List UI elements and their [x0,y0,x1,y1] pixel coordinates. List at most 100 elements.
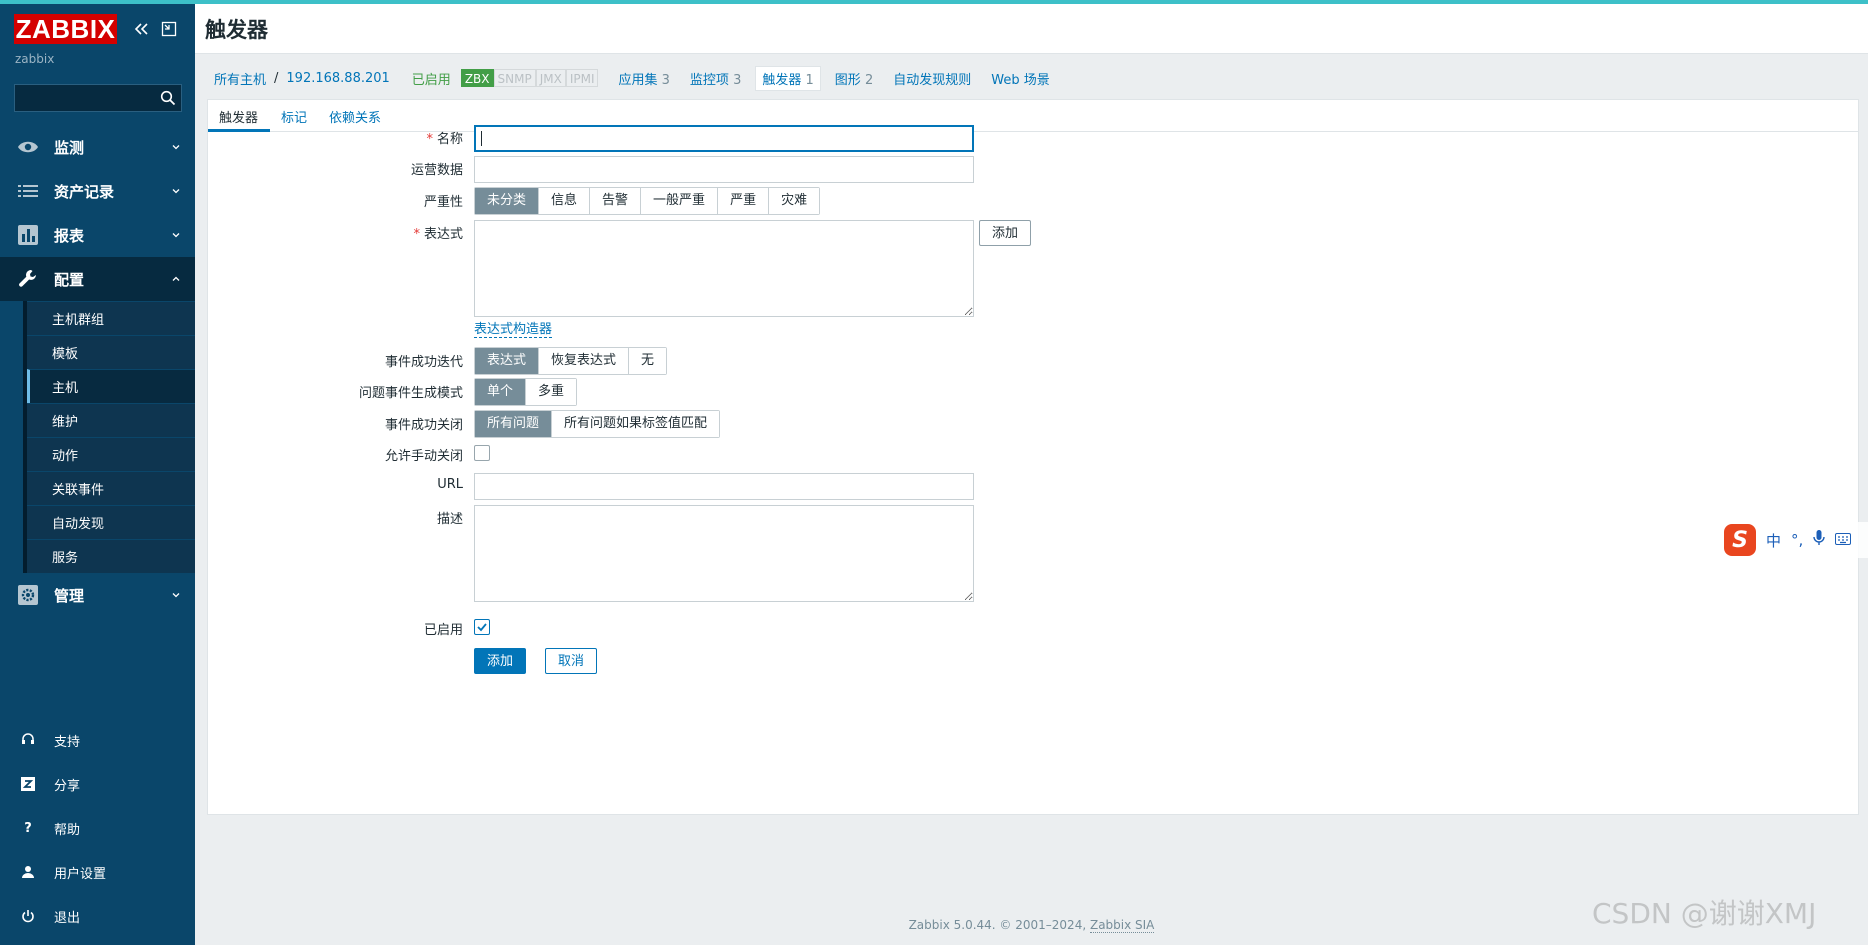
hostnav-web-scenarios[interactable]: Web 场景 [991,69,1049,88]
hostnav-applications-count: 3 [661,72,670,88]
server-name: zabbix [15,52,55,66]
manual-close-checkbox[interactable] [474,445,490,461]
collapse-sidebar-icon[interactable] [132,20,150,38]
submenu-hosts[interactable]: 主机 [27,369,195,403]
hostnav-graphs-count: 2 [864,72,874,88]
chevron-down-icon [172,233,180,238]
severity-disaster[interactable]: 灾难 [769,188,820,214]
kiosk-mode-icon[interactable] [160,20,178,38]
eye-icon [16,137,40,157]
name-label: * 名称 [426,128,463,147]
menu-inventory[interactable]: 资产记录 [0,169,195,213]
host-navigation: 所有主机 / 192.168.88.201 已启用 ZBX SNMP JMX I… [214,65,1050,91]
cancel-button[interactable]: 取消 [545,648,598,674]
url-input[interactable] [474,473,974,500]
chevron-up-icon [172,276,180,281]
ok-event-selector: 表达式 恢复表达式 无 [474,347,668,375]
severity-selector: 未分类 信息 告警 一般严重 严重 灾难 [474,187,821,215]
ok-event-none[interactable]: 无 [629,348,667,374]
sidebar-search[interactable] [14,84,182,112]
chevron-down-icon [172,189,180,194]
severity-not-classified[interactable]: 未分类 [475,188,540,214]
opdata-label: 运营数据 [410,163,463,178]
bottom-menu: 支持 分享 ? 帮助 用户设置 退出 [0,718,195,938]
microphone-icon[interactable] [1813,530,1825,550]
hostnav-triggers[interactable]: 触发器 1 [755,65,821,91]
description-label: 描述 [436,512,463,527]
text-caret [481,131,482,146]
sidebar-search-input[interactable] [15,85,155,111]
severity-information[interactable]: 信息 [539,188,591,214]
problem-mode-multiple[interactable]: 多重 [526,379,577,405]
submit-add-button[interactable]: 添加 [474,648,527,674]
share-z-icon [20,776,36,792]
tab-trigger[interactable]: 触发器 [219,107,258,126]
menu-reports[interactable]: 报表 [0,213,195,257]
expression-constructor-link[interactable]: 表达式构造器 [474,322,553,338]
menu-sign-out[interactable]: 退出 [0,894,195,938]
submenu-templates[interactable]: 模板 [27,335,195,369]
csdn-watermark: CSDN @谢谢XMJ [1592,897,1817,930]
ok-close-all-problems[interactable]: 所有问题 [475,411,553,437]
expression-textarea[interactable] [474,220,974,317]
footer-company-link[interactable]: Zabbix SIA [1089,918,1155,933]
hostnav-applications[interactable]: 应用集 3 [618,69,669,88]
hostnav-items[interactable]: 监控项 3 [690,69,741,88]
sogou-logo-icon[interactable]: S [1724,524,1756,556]
page-header: 触发器 [195,4,1868,54]
opdata-input[interactable] [474,156,974,183]
ok-event-expression[interactable]: 表达式 [475,348,540,374]
submenu-host-groups[interactable]: 主机群组 [27,301,195,335]
problem-mode-label: 问题事件生成模式 [358,386,463,401]
expression-add-button[interactable]: 添加 [979,220,1032,246]
problem-mode-single[interactable]: 单个 [475,379,527,405]
ok-close-tag-match[interactable]: 所有问题如果标签值匹配 [552,411,720,437]
ime-mode-chinese[interactable]: 中 [1766,530,1781,551]
menu-configuration[interactable]: 配置 [0,257,195,301]
breadcrumb-all-hosts[interactable]: 所有主机 [214,69,266,88]
severity-warning[interactable]: 告警 [590,188,642,214]
manual-close-label: 允许手动关闭 [384,449,463,464]
name-input[interactable] [474,125,974,152]
configuration-submenu: 主机群组 模板 主机 维护 动作 关联事件 自动发现 服务 [23,301,195,573]
chevron-down-icon [172,145,180,150]
submenu-maintenance[interactable]: 维护 [27,403,195,437]
menu-support-label: 支持 [54,734,81,750]
expression-label: * 表达式 [413,223,463,242]
zabbix-logo[interactable]: ZABBIX [14,14,117,44]
breadcrumb-host[interactable]: 192.168.88.201 [286,71,389,86]
tab-tags[interactable]: 标记 [281,107,307,126]
hostnav-discovery-rules[interactable]: 自动发现规则 [893,69,971,88]
keyboard-icon[interactable] [1835,531,1852,549]
menu-sign-out-label: 退出 [54,910,81,926]
tab-dependencies[interactable]: 依赖关系 [329,107,381,126]
submenu-event-correlation[interactable]: 关联事件 [27,471,195,505]
required-marker: * [413,227,420,242]
menu-support[interactable]: 支持 [0,718,195,762]
search-icon[interactable] [160,90,176,106]
menu-inventory-label: 资产记录 [54,182,115,201]
severity-high[interactable]: 严重 [718,188,770,214]
menu-share[interactable]: 分享 [0,762,195,806]
menu-monitoring[interactable]: 监测 [0,125,195,169]
availability-zbx: ZBX [460,69,494,87]
hostnav-graphs[interactable]: 图形 2 [835,69,873,88]
severity-average[interactable]: 一般严重 [641,188,719,214]
menu-administration[interactable]: 管理 [0,573,195,617]
menu-help-label: 帮助 [54,822,81,838]
ok-event-recovery-expression[interactable]: 恢复表达式 [539,348,630,374]
footer-text: Zabbix 5.0.44. © 2001–2024, [908,918,1090,932]
availability-badges: ZBX SNMP JMX IPMI [460,69,599,87]
submenu-discovery[interactable]: 自动发现 [27,505,195,539]
headset-icon [20,732,36,748]
hostnav-items-count: 3 [733,72,742,88]
ime-punctuation[interactable]: °, [1791,531,1803,549]
submenu-actions[interactable]: 动作 [27,437,195,471]
menu-help[interactable]: ? 帮助 [0,806,195,850]
help-icon: ? [24,820,32,836]
enabled-checkbox[interactable] [474,619,490,635]
submenu-services[interactable]: 服务 [27,539,195,573]
description-textarea[interactable] [474,505,974,602]
menu-user-settings-label: 用户设置 [54,866,107,882]
menu-user-settings[interactable]: 用户设置 [0,850,195,894]
